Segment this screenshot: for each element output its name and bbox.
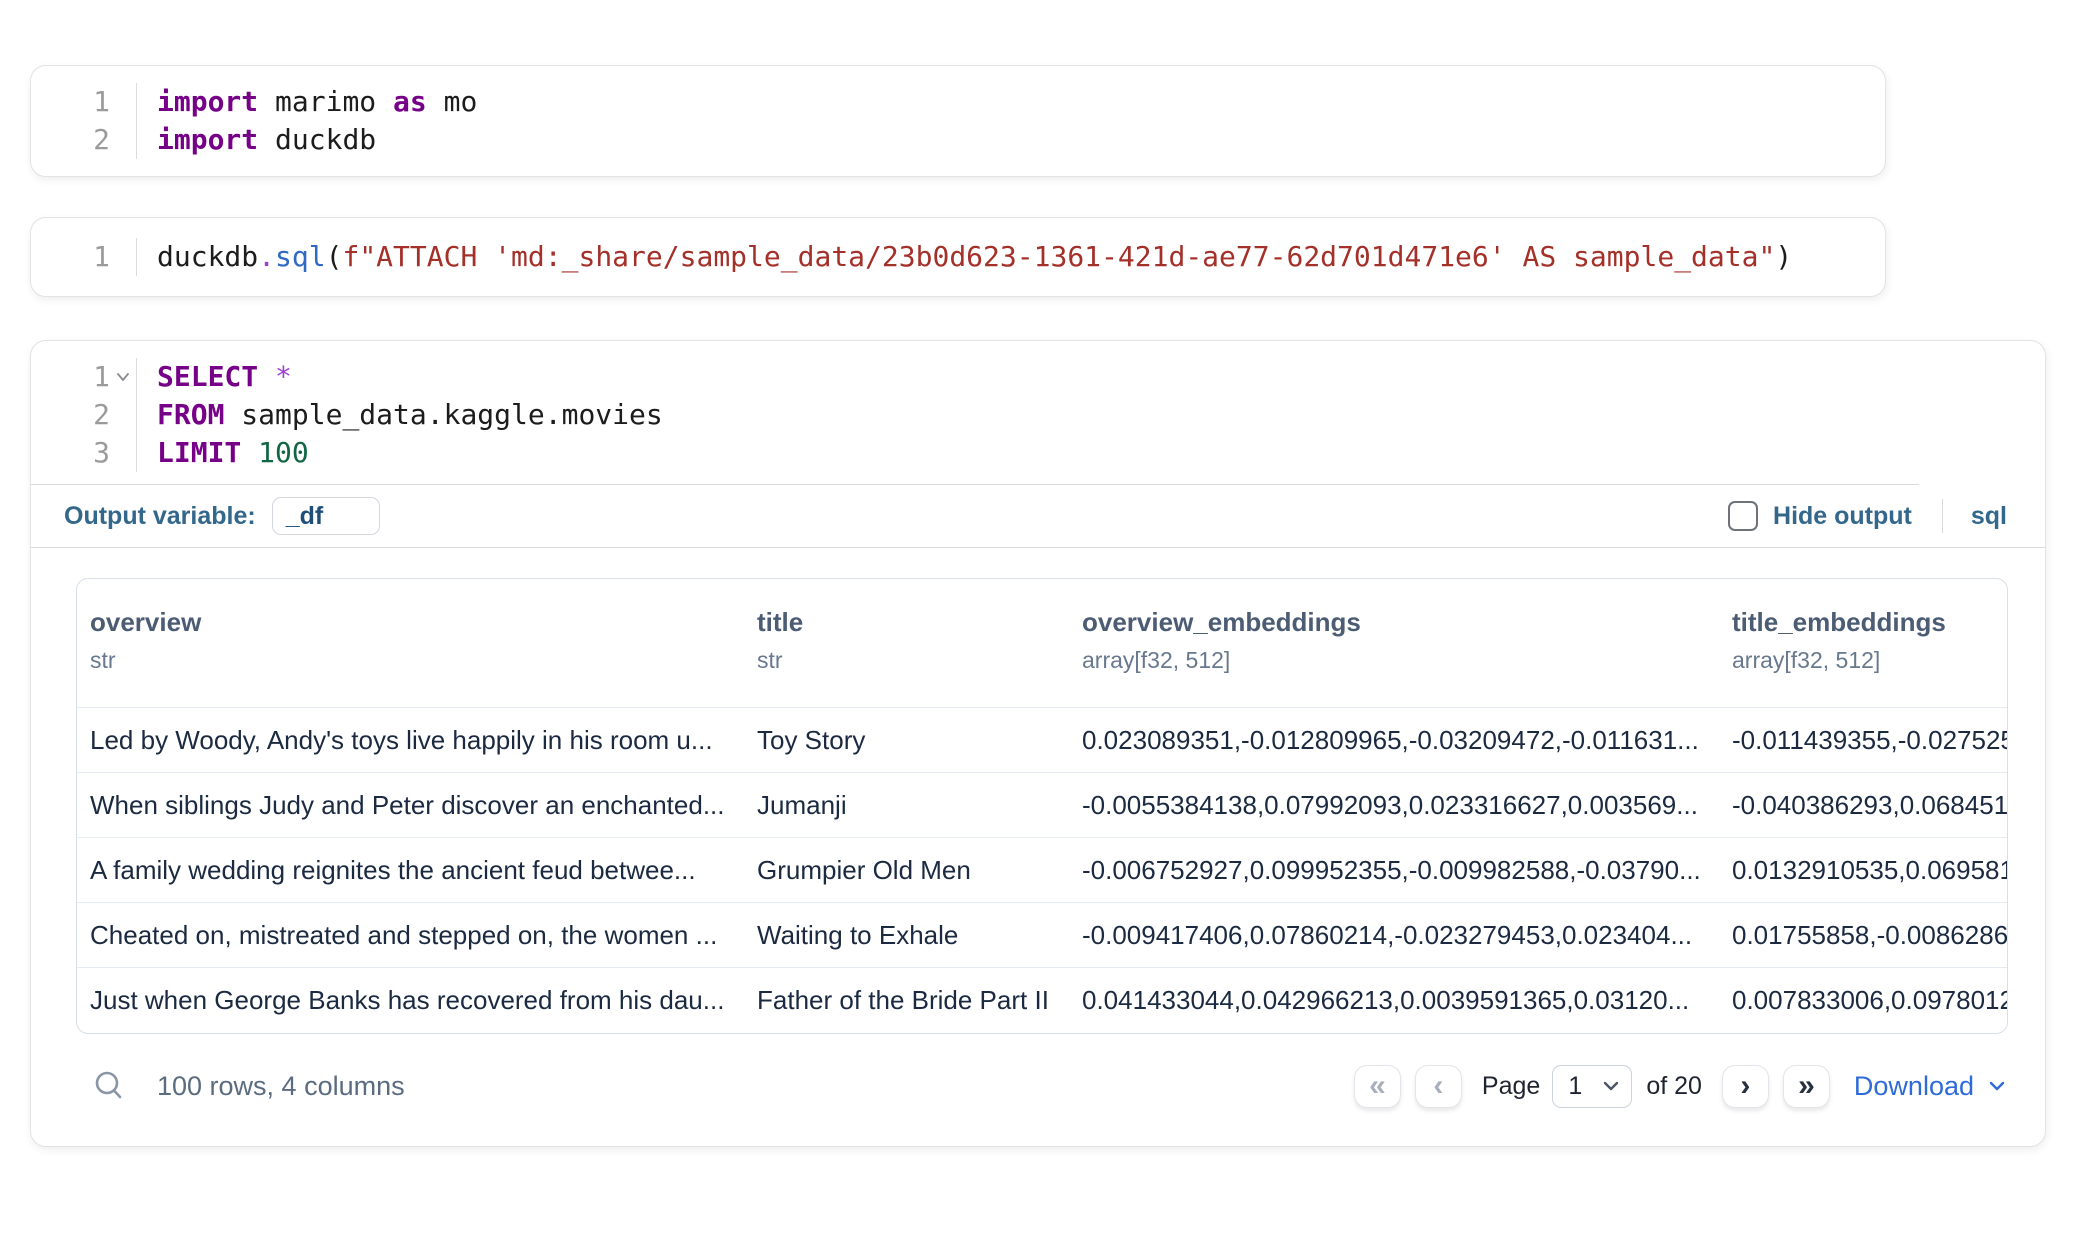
column-name: title bbox=[757, 607, 1069, 638]
table-cell: -0.011439355,-0.027525 bbox=[1719, 725, 2007, 756]
cell-options-bar: Output variable: _df Hide output sql bbox=[31, 485, 2045, 548]
code-line[interactable]: SELECT * bbox=[157, 358, 663, 396]
language-badge[interactable]: sql bbox=[1971, 502, 2007, 531]
line-number: 1 bbox=[31, 83, 136, 121]
code-lines[interactable]: import marimo as moimport duckdb bbox=[137, 83, 477, 159]
output-variable-input[interactable]: _df bbox=[272, 497, 380, 535]
line-number: 2 bbox=[31, 121, 136, 159]
code-line[interactable]: FROM sample_data.kaggle.movies bbox=[157, 396, 663, 434]
table-cell: Cheated on, mistreated and stepped on, t… bbox=[77, 920, 744, 951]
table-cell: -0.0055384138,0.07992093,0.023316627,0.0… bbox=[1069, 790, 1719, 821]
notebook-cell-imports: 12 import marimo as moimport duckdb bbox=[30, 65, 1886, 177]
column-header-title[interactable]: title str bbox=[744, 579, 1069, 707]
code-editor[interactable]: 123 SELECT *FROM sample_data.kaggle.movi… bbox=[31, 341, 1919, 485]
notebook-cell-attach: 1 duckdb.sql(f"ATTACH 'md:_share/sample_… bbox=[30, 217, 1886, 297]
column-header-overview_embeddings[interactable]: overview_embeddings array[f32, 512] bbox=[1069, 579, 1719, 707]
line-number: 3 bbox=[31, 434, 136, 472]
search-icon[interactable] bbox=[91, 1068, 127, 1104]
hide-output-label[interactable]: Hide output bbox=[1773, 502, 1912, 531]
download-button[interactable]: Download bbox=[1854, 1071, 2008, 1102]
code-line[interactable]: import duckdb bbox=[157, 121, 477, 159]
table-row[interactable]: A family wedding reignites the ancient f… bbox=[77, 838, 2007, 903]
table-cell: -0.006752927,0.099952355,-0.009982588,-0… bbox=[1069, 855, 1719, 886]
output-variable-label: Output variable: bbox=[64, 502, 256, 531]
code-line[interactable]: import marimo as mo bbox=[157, 83, 477, 121]
code-line[interactable]: duckdb.sql(f"ATTACH 'md:_share/sample_da… bbox=[157, 238, 1792, 276]
line-number-gutter: 123 bbox=[31, 358, 137, 472]
line-number-gutter: 1 bbox=[31, 238, 137, 276]
table-footer: 100 rows, 4 columns « ‹ Page 1 of 20 › »… bbox=[76, 1048, 2008, 1124]
table-cell: -0.040386293,0.068451 bbox=[1719, 790, 2007, 821]
table-cell: 0.0132910535,0.069581 bbox=[1719, 855, 2007, 886]
notebook-cell-sql: 123 SELECT *FROM sample_data.kaggle.movi… bbox=[30, 340, 2046, 1147]
code-editor[interactable]: 12 import marimo as moimport duckdb bbox=[31, 66, 1885, 176]
table-row[interactable]: When siblings Judy and Peter discover an… bbox=[77, 773, 2007, 838]
column-type: str bbox=[90, 647, 744, 674]
code-editor[interactable]: 1 duckdb.sql(f"ATTACH 'md:_share/sample_… bbox=[31, 218, 1885, 296]
last-page-button[interactable]: » bbox=[1783, 1065, 1830, 1108]
table-cell: 0.041433044,0.042966213,0.0039591365,0.0… bbox=[1069, 985, 1719, 1016]
line-number: 2 bbox=[31, 396, 136, 434]
column-type: array[f32, 512] bbox=[1082, 647, 1719, 674]
table-cell: Just when George Banks has recovered fro… bbox=[77, 985, 744, 1016]
page-select-value: 1 bbox=[1568, 1072, 1582, 1101]
column-name: overview bbox=[90, 607, 744, 638]
table-cell: 0.007833006,0.0978012 bbox=[1719, 985, 2007, 1016]
prev-page-button[interactable]: ‹ bbox=[1415, 1065, 1462, 1108]
table-cell: Toy Story bbox=[744, 725, 1069, 756]
column-name: overview_embeddings bbox=[1082, 607, 1719, 638]
line-number: 1 bbox=[31, 358, 136, 396]
column-type: str bbox=[757, 647, 1069, 674]
table-header-row: overview str title str overview_embeddingsar… bbox=[77, 579, 2007, 708]
table-cell: Jumanji bbox=[744, 790, 1069, 821]
fold-chevron-icon[interactable] bbox=[110, 358, 136, 396]
column-type: array[f32, 512] bbox=[1732, 647, 2007, 674]
cell-output-area: overview str title str overview_embeddingsar… bbox=[31, 548, 2045, 1124]
table-cell: When siblings Judy and Peter discover an… bbox=[77, 790, 744, 821]
code-line[interactable]: LIMIT 100 bbox=[157, 434, 663, 472]
table-body: Led by Woody, Andy's toys live happily i… bbox=[77, 708, 2007, 1033]
code-lines[interactable]: SELECT *FROM sample_data.kaggle.moviesLI… bbox=[137, 358, 663, 472]
dataframe-table: overview str title str overview_embeddingsar… bbox=[76, 578, 2008, 1034]
divider bbox=[1942, 499, 1943, 533]
column-header-title_embeddings[interactable]: title_embeddings array[f32, 512] bbox=[1719, 579, 2007, 707]
line-number-gutter: 12 bbox=[31, 83, 137, 159]
hide-output-checkbox[interactable] bbox=[1728, 501, 1758, 531]
chevron-down-icon bbox=[1601, 1076, 1621, 1096]
table-cell: 0.01755858,-0.0086286 bbox=[1719, 920, 2007, 951]
table-cell: Father of the Bride Part II bbox=[744, 985, 1069, 1016]
row-count-summary: 100 rows, 4 columns bbox=[157, 1071, 405, 1102]
table-cell: -0.009417406,0.07860214,-0.023279453,0.0… bbox=[1069, 920, 1719, 951]
page-label: Page bbox=[1482, 1072, 1540, 1101]
column-name: title_embeddings bbox=[1732, 607, 2007, 638]
page-select[interactable]: 1 bbox=[1552, 1065, 1632, 1108]
code-lines[interactable]: duckdb.sql(f"ATTACH 'md:_share/sample_da… bbox=[137, 238, 1792, 276]
table-cell: Waiting to Exhale bbox=[744, 920, 1069, 951]
column-header-overview[interactable]: overview str bbox=[77, 579, 744, 707]
table-cell: A family wedding reignites the ancient f… bbox=[77, 855, 744, 886]
pagination: « ‹ Page 1 of 20 › » Download bbox=[1354, 1065, 2008, 1108]
page-total-label: of 20 bbox=[1646, 1072, 1702, 1101]
download-label: Download bbox=[1854, 1071, 1974, 1102]
table-cell: Led by Woody, Andy's toys live happily i… bbox=[77, 725, 744, 756]
next-page-button[interactable]: › bbox=[1722, 1065, 1769, 1108]
line-number: 1 bbox=[31, 238, 136, 276]
table-row[interactable]: Led by Woody, Andy's toys live happily i… bbox=[77, 708, 2007, 773]
table-cell: 0.023089351,-0.012809965,-0.03209472,-0.… bbox=[1069, 725, 1719, 756]
first-page-button[interactable]: « bbox=[1354, 1065, 1401, 1108]
table-row[interactable]: Just when George Banks has recovered fro… bbox=[77, 968, 2007, 1033]
chevron-down-icon bbox=[1986, 1075, 2008, 1097]
table-cell: Grumpier Old Men bbox=[744, 855, 1069, 886]
output-variable-value: _df bbox=[286, 502, 324, 531]
table-row[interactable]: Cheated on, mistreated and stepped on, t… bbox=[77, 903, 2007, 968]
